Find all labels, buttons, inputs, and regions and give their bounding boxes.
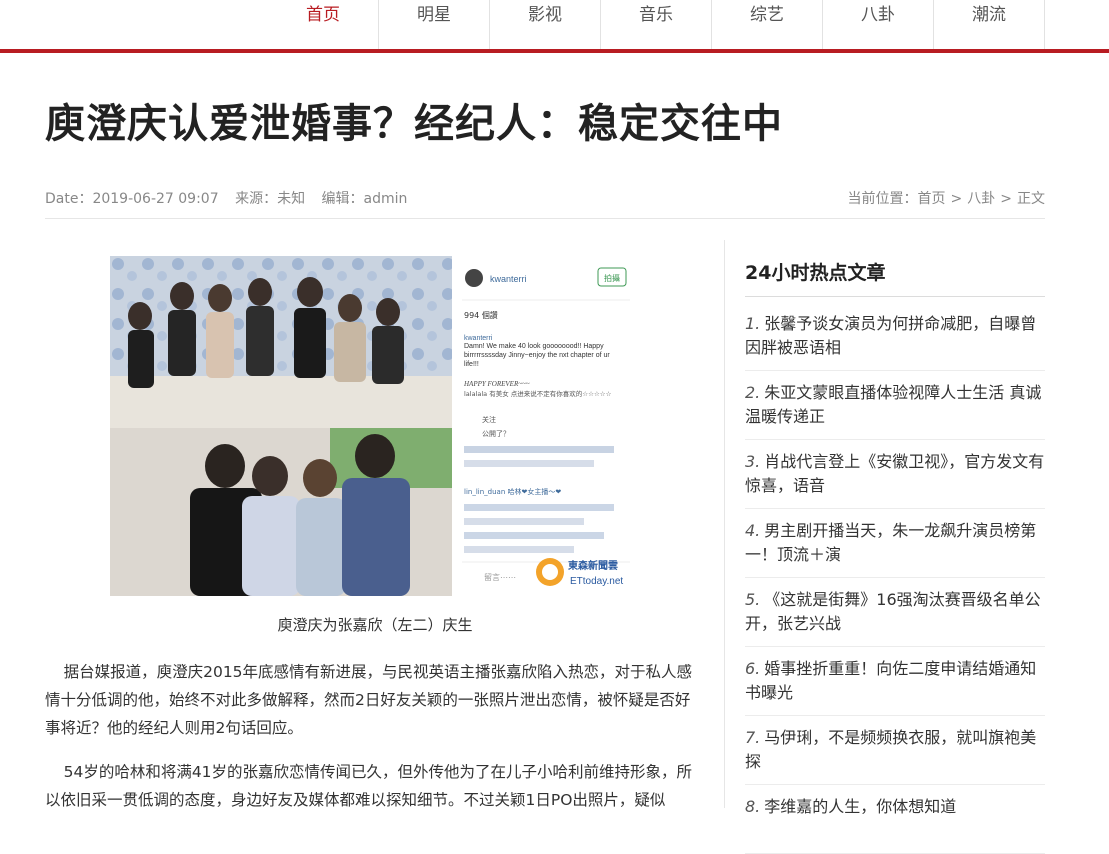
- hot-article-link[interactable]: 6. 婚事挫折重重！向佐二度申请结婚通知书曝光: [745, 647, 1045, 716]
- hot-article-title: 肖战代言登上《安徽卫视》，官方发文有惊喜，语音: [745, 452, 1045, 495]
- hot-article-title: 朱亚文蒙眼直播体验视障人士生活 真诚温暖传递正: [745, 383, 1042, 426]
- breadcrumb-gossip[interactable]: 八卦: [967, 191, 995, 207]
- hot-article-number: 7.: [745, 728, 761, 747]
- phone-follow-line: 关注: [482, 415, 496, 424]
- photo-caption: 庾澄庆为张嘉欣（左二）庆生: [277, 616, 473, 634]
- hot-article-number: 5.: [745, 590, 761, 609]
- article-paragraph: 54岁的哈林和将满41岁的张嘉欣恋情传闻已久，但外传他为了在儿子小哈利前维持形象…: [45, 763, 693, 809]
- phone-reply-placeholder: 留言⋯⋯: [484, 572, 516, 582]
- hot-article-link[interactable]: 2. 朱亚文蒙眼直播体验视障人士生活 真诚温暖传递正: [745, 371, 1045, 440]
- article-title: 庾澄庆认爱泄婚事？经纪人：稳定交往中: [45, 101, 783, 147]
- top-navigation: 首页 明星 影视 音乐 综艺 八卦 潮流: [0, 0, 1109, 53]
- phone-likes: 994 個讚: [464, 310, 498, 320]
- hot-article-number: 1.: [745, 314, 761, 333]
- phone-lala-line: lalalala 有美女 点进来说不定有你喜欢的☆☆☆☆☆: [464, 390, 612, 398]
- hot-articles-list: 1. 张馨予谈女演员为何拼命减肥，自曝曾因胖被恶语相 2. 朱亚文蒙眼直播体验视障人…: [745, 302, 1045, 854]
- hot-article-title: 男主剧开播当天，朱一龙飙升演员榜第一！顶流＋演: [745, 521, 1037, 564]
- phone-reveal-line: 公開了？: [482, 430, 510, 438]
- hot-article-title: 李维嘉的人生，你体想知道: [764, 797, 957, 816]
- hot-article-title: 婚事挫折重重！向佐二度申请结婚通知书曝光: [745, 659, 1037, 702]
- article-meta: Date：2019-06-27 09:07 来源：未知 编辑：admin 当前位…: [45, 188, 1045, 219]
- breadcrumb-separator: >: [950, 191, 963, 207]
- phone-comment-user: kwanterri: [464, 335, 493, 342]
- hot-article-number: 6.: [745, 659, 761, 678]
- hot-article-number: 8.: [745, 797, 761, 816]
- sidebar-title: 24小时热点文章: [745, 258, 1045, 297]
- nav-item-home[interactable]: 首页: [268, 0, 379, 49]
- hot-article-link[interactable]: 4. 男主剧开播当天，朱一龙飙升演员榜第一！顶流＋演: [745, 509, 1045, 578]
- phone-comment-text: Damn! We make 40 look goooooood!! Happy …: [464, 343, 610, 368]
- hot-article-number: 3.: [745, 452, 761, 471]
- phone-happy-forever: HAPPY FOREVER~~~: [463, 380, 530, 388]
- hot-article-number: 4.: [745, 521, 761, 540]
- watermark-cn: 東森新聞雲: [568, 559, 618, 572]
- nav-item-film-tv[interactable]: 影视: [490, 0, 601, 49]
- hot-article-link[interactable]: 3. 肖战代言登上《安徽卫视》，官方发文有惊喜，语音: [745, 440, 1045, 509]
- hot-article-link[interactable]: 1. 张馨予谈女演员为何拼命减肥，自曝曾因胖被恶语相: [745, 302, 1045, 371]
- nav-item-stars[interactable]: 明星: [379, 0, 490, 49]
- hot-article-number: 2.: [745, 383, 761, 402]
- article-photo: kwanterri 拍攝 994 個讚 kwanterri Damn! We m…: [110, 256, 640, 596]
- hot-article-link[interactable]: 8. 李维嘉的人生，你体想知道: [745, 785, 1045, 854]
- photo-collage: kwanterri 拍攝 994 個讚 kwanterri Damn! We m…: [110, 256, 640, 596]
- breadcrumb-separator: >: [1000, 191, 1012, 207]
- phone-button: 拍攝: [604, 273, 620, 283]
- breadcrumb-label: 当前位置：: [847, 191, 918, 207]
- hot-article-title: 张馨予谈女演员为何拼命减肥，自曝曾因胖被恶语相: [745, 314, 1037, 357]
- breadcrumb-current: 正文: [1017, 191, 1045, 207]
- hot-article-title: 马伊琍，不是频频换衣服，就叫旗袍美探: [745, 728, 1037, 771]
- meta-editor: 编辑：admin: [321, 191, 408, 207]
- hot-article-title: 《这就是街舞》16强淘汰赛晋级名单公开，张艺兴战: [745, 590, 1041, 633]
- nav-item-music[interactable]: 音乐: [601, 0, 712, 49]
- phone-lin-line: lin_lin_duan 哈林❤︎女主播～❤︎: [464, 487, 561, 496]
- meta-source: 来源：未知: [235, 191, 306, 207]
- article-paragraph: 据台媒报道，庾澄庆2015年底感情有新进展，与民视英语主播张嘉欣陷入热恋，对于私…: [45, 663, 693, 737]
- breadcrumb-home[interactable]: 首页: [918, 191, 946, 207]
- nav-menu: 首页 明星 影视 音乐 综艺 八卦 潮流: [268, 0, 1045, 49]
- nav-item-gossip[interactable]: 八卦: [823, 0, 934, 49]
- breadcrumb: 当前位置：首页 > 八卦 > 正文: [848, 188, 1045, 208]
- hot-article-link[interactable]: 7. 马伊琍，不是频频换衣服，就叫旗袍美探: [745, 716, 1045, 785]
- nav-item-variety[interactable]: 综艺: [712, 0, 823, 49]
- column-divider: [724, 240, 725, 808]
- nav-item-fashion[interactable]: 潮流: [934, 0, 1045, 49]
- watermark-en: ETtoday.net: [570, 576, 623, 587]
- meta-date: Date：2019-06-27 09:07: [45, 191, 219, 207]
- hot-article-link[interactable]: 5. 《这就是街舞》16强淘汰赛晋级名单公开，张艺兴战: [745, 578, 1045, 647]
- phone-username: kwanterri: [490, 274, 527, 284]
